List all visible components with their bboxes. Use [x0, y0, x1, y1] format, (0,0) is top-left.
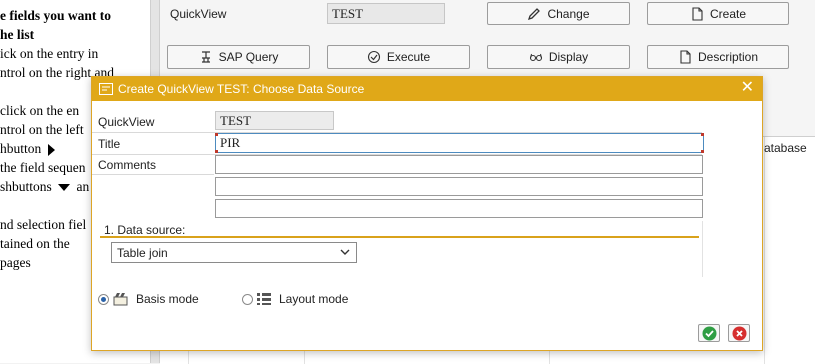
help-line: ick on the entry in [0, 46, 99, 61]
table-divider [764, 137, 765, 364]
layout-mode-option[interactable]: Layout mode [242, 291, 362, 307]
help-line: ntrol on the left [0, 122, 84, 137]
close-icon[interactable]: ✕ [741, 80, 754, 96]
checkmark-icon [702, 326, 716, 340]
focus-corner [215, 133, 218, 136]
quickview-field[interactable]: TEST [327, 3, 445, 24]
pencil-icon [528, 7, 541, 20]
document-icon [692, 6, 703, 21]
help-line-with-icon: hbutton [0, 139, 55, 158]
change-button-label: Change [547, 6, 590, 21]
basis-mode-label: Basis mode [136, 292, 199, 306]
quickview-label: QuickView [98, 115, 155, 129]
title-label: Title [98, 137, 121, 151]
help-line: shbuttons [0, 179, 52, 194]
title-field-wrapper: PIR [215, 133, 704, 153]
data-source-heading: 1. Data source: [104, 223, 186, 237]
comments-label: Comments [98, 158, 157, 172]
data-source-selected: Table join [117, 245, 168, 260]
basis-mode-radio[interactable] [98, 293, 109, 305]
quickview-label: QuickView [170, 7, 227, 21]
group-underline [100, 236, 699, 238]
help-line: hbutton [0, 141, 42, 156]
help-line: tained on the [0, 236, 70, 251]
execute-button[interactable]: Execute [327, 45, 470, 69]
create-button-label: Create [709, 6, 747, 21]
dialog-icon [99, 83, 113, 95]
basis-mode-icon [113, 293, 128, 306]
title-input[interactable]: PIR [215, 133, 704, 153]
focus-corner [215, 150, 218, 153]
layout-mode-radio[interactable] [242, 293, 253, 305]
document-icon [680, 50, 691, 64]
display-button-label: Display [548, 50, 589, 64]
query-icon [201, 51, 210, 63]
help-line-suffix: an [76, 179, 90, 194]
choose-data-source-dialog: Create QuickView TEST: Choose Data Sourc… [91, 76, 763, 351]
help-line: e fields you want to [0, 8, 111, 23]
glasses-icon [529, 53, 542, 62]
help-line-with-icon: shbuttons an [0, 177, 89, 196]
help-line: the field sequen [0, 160, 86, 175]
cancel-button[interactable] [728, 324, 750, 342]
comments-field-2[interactable] [215, 177, 703, 196]
table-column-header: atabase [764, 141, 807, 155]
create-button[interactable]: Create [647, 2, 789, 25]
row-divider [92, 174, 214, 175]
help-line: click on the en [0, 103, 80, 118]
focus-corner [701, 133, 704, 136]
ok-button[interactable] [698, 324, 720, 342]
sap-query-button[interactable]: SAP Query [167, 45, 310, 69]
dialog-title-bar[interactable]: Create QuickView TEST: Choose Data Sourc… [92, 77, 762, 101]
sap-query-button-label: SAP Query [218, 50, 279, 64]
quickview-field: TEST [215, 111, 334, 130]
layout-mode-label: Layout mode [279, 292, 349, 306]
execute-icon [367, 50, 380, 64]
basis-mode-option[interactable]: Basis mode [98, 291, 208, 307]
help-line: nd selection fiel [0, 217, 87, 232]
description-button[interactable]: Description [647, 45, 789, 69]
help-line: pages [0, 255, 31, 270]
chevron-down-icon [340, 249, 350, 255]
comments-field-3[interactable] [215, 199, 703, 218]
layout-mode-icon [257, 293, 271, 305]
comments-field-1[interactable] [215, 155, 703, 174]
focus-corner [701, 150, 704, 153]
description-button-label: Description [697, 50, 759, 64]
help-line: he list [0, 27, 35, 42]
display-button[interactable]: Display [487, 45, 630, 69]
dialog-title: Create QuickView TEST: Choose Data Sourc… [118, 82, 365, 96]
execute-button-label: Execute [386, 50, 431, 64]
data-source-dropdown[interactable]: Table join [111, 242, 357, 263]
expand-right-icon [47, 143, 55, 156]
change-button[interactable]: Change [487, 2, 630, 25]
move-down-icon [58, 184, 71, 192]
cancel-icon [732, 326, 746, 340]
